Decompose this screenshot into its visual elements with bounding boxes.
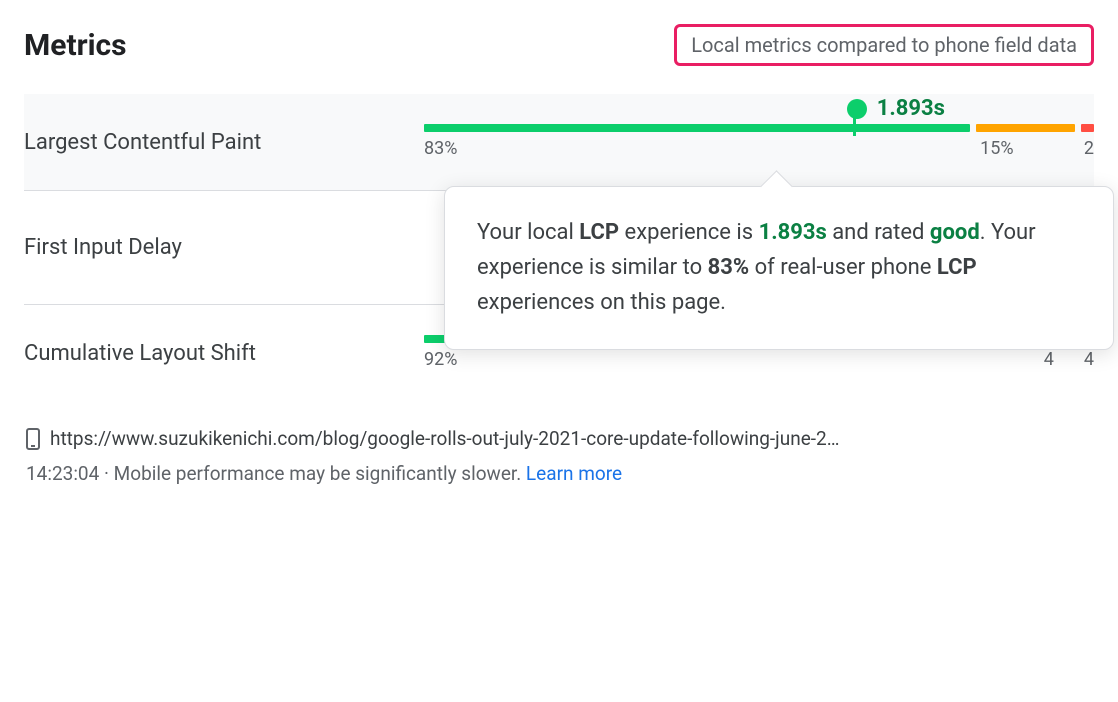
metrics-list: Largest Contentful Paint 1.893s 83% 15% …	[24, 94, 1094, 401]
status-dot-good-icon	[847, 99, 867, 119]
page-title: Metrics	[24, 28, 127, 63]
perf-warning: Mobile performance may be significantly …	[114, 462, 526, 485]
lcp-value: 1.893s	[877, 96, 945, 121]
metric-name-cls: Cumulative Layout Shift	[24, 341, 424, 366]
timestamp: 14:23:04	[26, 462, 99, 485]
learn-more-link[interactable]: Learn more	[526, 462, 622, 485]
phone-icon	[26, 428, 40, 450]
lcp-marker-icon	[853, 118, 856, 136]
cls-poor-pct: 4	[1084, 349, 1094, 370]
lcp-tooltip: Your local LCP experience is 1.893s and …	[444, 186, 1114, 350]
cls-good-pct: 92%	[424, 349, 457, 370]
url-row: https://www.suzukikenichi.com/blog/googl…	[26, 427, 1092, 450]
comparison-badge: Local metrics compared to phone field da…	[674, 24, 1094, 66]
lcp-good-pct: 83%	[424, 138, 457, 159]
page-url: https://www.suzukikenichi.com/blog/googl…	[50, 427, 839, 450]
metric-name-fid: First Input Delay	[24, 235, 424, 260]
metric-name-lcp: Largest Contentful Paint	[24, 130, 424, 155]
lcp-poor-pct: 2	[1084, 138, 1094, 159]
cls-ni-pct: 4	[1044, 349, 1054, 370]
metric-row-lcp[interactable]: Largest Contentful Paint 1.893s 83% 15% …	[24, 94, 1094, 191]
lcp-ni-pct: 15%	[980, 138, 1013, 159]
